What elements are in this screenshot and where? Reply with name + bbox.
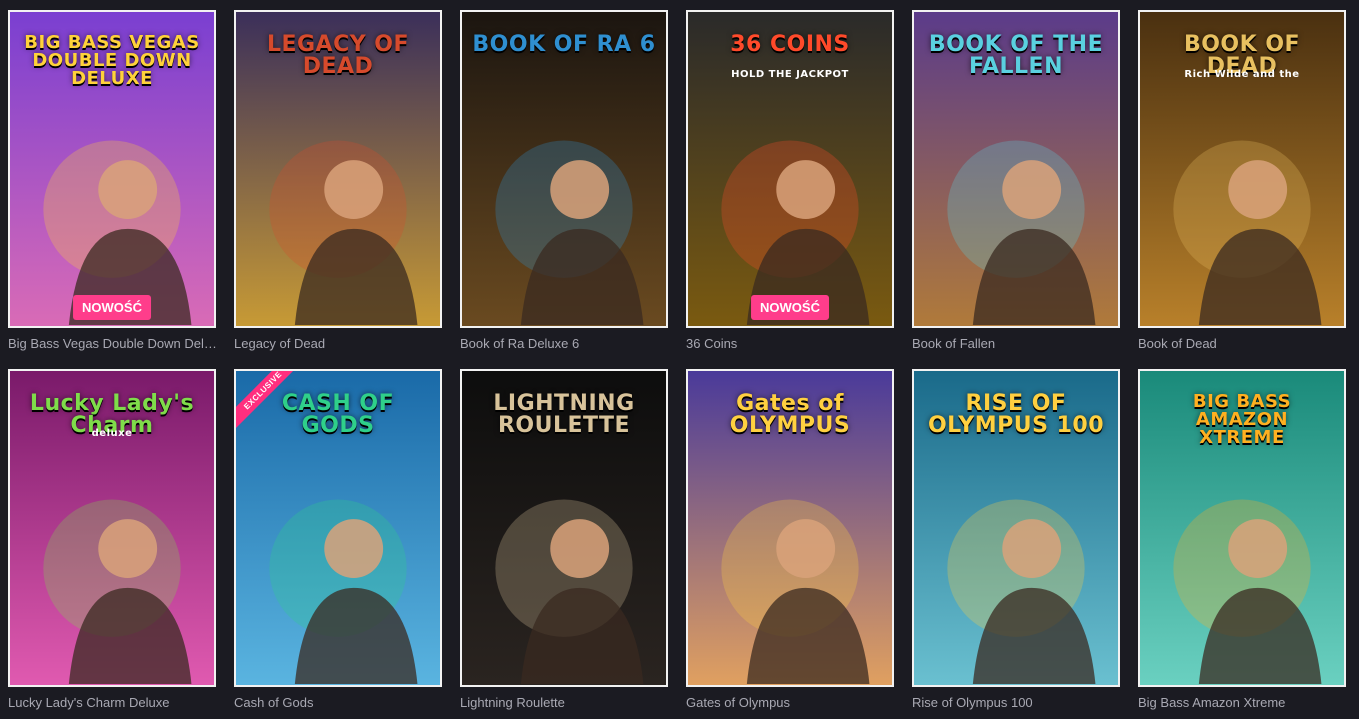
game-card[interactable]: BOOK OF RA 6 Book of Ra Deluxe 6 [460, 10, 668, 351]
character-head [98, 160, 158, 220]
game-thumbnail[interactable]: BOOK OF DEAD Rich Wilde and the [1138, 10, 1346, 328]
character-head [776, 160, 836, 220]
character-head [1002, 519, 1062, 579]
new-badge: NOWOŚĆ [751, 295, 829, 320]
game-art-title: LIGHTNING ROULETTE [493, 391, 635, 438]
game-thumbnail[interactable]: Gates of OLYMPUS [686, 369, 894, 687]
game-title[interactable]: Big Bass Amazon Xtreme [1138, 695, 1348, 710]
game-art-subtitle: HOLD THE JACKPOT [731, 69, 849, 80]
game-card[interactable]: LIGHTNING ROULETTE Lightning Roulette [460, 369, 668, 710]
game-thumbnail[interactable]: LIGHTNING ROULETTE [460, 369, 668, 687]
game-art-title: BOOK OF THE FALLEN [928, 32, 1104, 79]
game-card[interactable]: BOOK OF DEAD Rich Wilde and the Book of De… [1138, 10, 1346, 351]
game-title[interactable]: Lucky Lady's Charm Deluxe [8, 695, 218, 710]
game-card[interactable]: BOOK OF THE FALLEN Book of Fallen [912, 10, 1120, 351]
character-head [1002, 160, 1062, 220]
game-thumbnail[interactable]: CASH OF GODS EXCLUSIVE [234, 369, 442, 687]
game-art-title: LEGACY OF DEAD [266, 32, 410, 79]
game-artwork [495, 140, 644, 325]
game-title[interactable]: Book of Dead [1138, 336, 1348, 351]
game-thumbnail[interactable]: BIG BASS VEGAS DOUBLE DOWN DELUXE NOWOŚĆ [8, 10, 216, 328]
character-head [550, 160, 610, 220]
game-card[interactable]: BIG BASS VEGAS DOUBLE DOWN DELUXE NOWOŚĆ B… [8, 10, 218, 351]
character-head [550, 519, 610, 579]
game-art-title: BOOK OF RA 6 [472, 32, 656, 57]
game-art-title: BIG BASS AMAZON XTREME [1192, 391, 1292, 448]
game-grid: BIG BASS VEGAS DOUBLE DOWN DELUXE NOWOŚĆ B… [0, 0, 1359, 719]
game-card[interactable]: Gates of OLYMPUS Gates of Olympus [686, 369, 894, 710]
game-card[interactable]: LEGACY OF DEAD Legacy of Dead [234, 10, 442, 351]
character-head [98, 519, 158, 579]
new-badge: NOWOŚĆ [73, 295, 151, 320]
game-card[interactable]: 36 COINS HOLD THE JACKPOT NOWOŚĆ 36 Coins [686, 10, 894, 351]
game-title[interactable]: Cash of Gods [234, 695, 444, 710]
game-thumbnail[interactable]: BIG BASS AMAZON XTREME [1138, 369, 1346, 687]
character-head [776, 519, 836, 579]
game-artwork [721, 140, 870, 325]
game-art-title: RISE OF OLYMPUS 100 [927, 391, 1105, 438]
character-head [324, 160, 384, 220]
game-card[interactable]: RISE OF OLYMPUS 100 Rise of Olympus 100 [912, 369, 1120, 710]
game-title[interactable]: Lightning Roulette [460, 695, 670, 710]
game-art-subtitle: Rich Wilde and the [1184, 69, 1300, 80]
character-head [1228, 160, 1288, 220]
game-card[interactable]: CASH OF GODS EXCLUSIVE Cash of Gods [234, 369, 442, 710]
game-title[interactable]: Legacy of Dead [234, 336, 444, 351]
game-art-title: Gates of OLYMPUS [729, 391, 851, 438]
game-art-title: 36 COINS [730, 32, 850, 57]
game-thumbnail[interactable]: Lucky Lady's Charm deluxe [8, 369, 216, 687]
game-card[interactable]: Lucky Lady's Charm deluxe Lucky Lady's Cha… [8, 369, 216, 710]
game-card[interactable]: BIG BASS AMAZON XTREME Big Bass Amazon Xt… [1138, 369, 1346, 710]
game-art-subtitle: deluxe [91, 428, 133, 439]
character-head [324, 519, 384, 579]
character-head [1228, 519, 1288, 579]
game-art-title: CASH OF GODS [281, 391, 395, 438]
game-title[interactable]: Gates of Olympus [686, 695, 896, 710]
game-title[interactable]: 36 Coins [686, 336, 896, 351]
game-thumbnail[interactable]: LEGACY OF DEAD [234, 10, 442, 328]
game-title[interactable]: Book of Fallen [912, 336, 1122, 351]
game-art-title: BIG BASS VEGAS DOUBLE DOWN DELUXE [24, 32, 200, 89]
game-thumbnail[interactable]: BOOK OF RA 6 [460, 10, 668, 328]
game-thumbnail[interactable]: RISE OF OLYMPUS 100 [912, 369, 1120, 687]
game-thumbnail[interactable]: BOOK OF THE FALLEN [912, 10, 1120, 328]
game-title[interactable]: Book of Ra Deluxe 6 [460, 336, 670, 351]
game-title[interactable]: Rise of Olympus 100 [912, 695, 1122, 710]
game-title[interactable]: Big Bass Vegas Double Down Deluxe [8, 336, 218, 351]
game-thumbnail[interactable]: 36 COINS HOLD THE JACKPOT NOWOŚĆ [686, 10, 894, 328]
